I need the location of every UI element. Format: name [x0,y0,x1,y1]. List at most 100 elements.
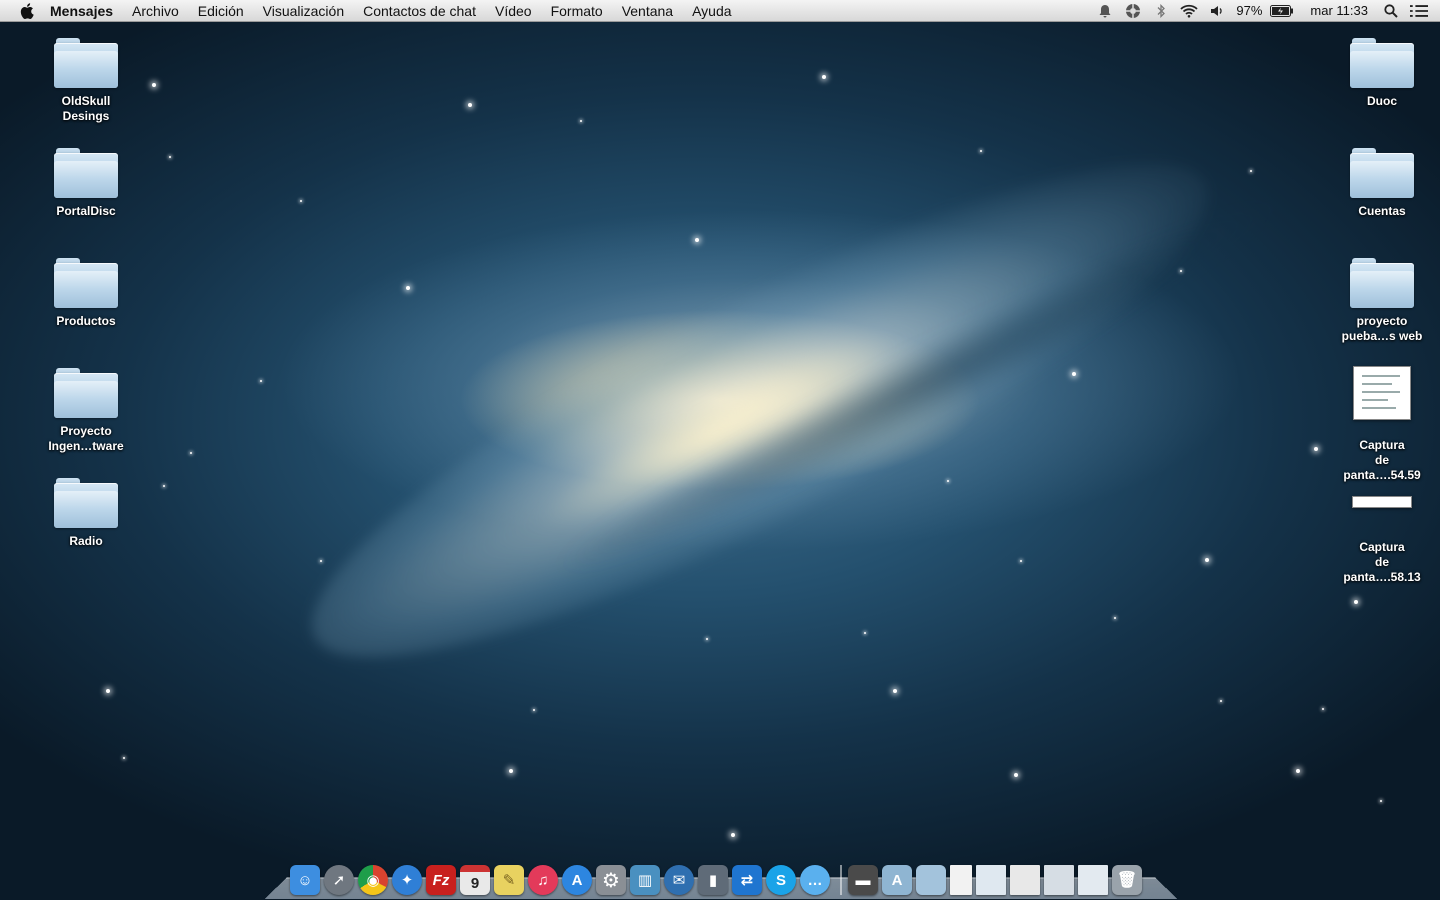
desktop-icon-label: Radio [69,534,103,548]
screenshot-stack-icon-1[interactable] [976,865,1006,895]
screenshot-stack-icon-2[interactable] [1010,865,1040,895]
star [123,757,125,759]
menu-app-name[interactable]: Mensajes [50,3,113,19]
desktop-folder-proyecto-ingenieria[interactable]: Proyecto Ingen…tware [36,368,136,454]
star [1380,800,1382,802]
launchpad-icon[interactable]: ➚ [324,865,354,895]
desktop-icon-label: Proyecto Ingen…tware [48,424,124,453]
desktop-folder-productos[interactable]: Productos [36,258,136,329]
star [260,380,262,382]
star [1072,372,1076,376]
chrome-icon[interactable]: ◉ [358,865,388,895]
folder-icon [54,258,118,308]
folder-icon [54,368,118,418]
notification-center-icon[interactable] [1410,3,1428,19]
barcode-icon[interactable]: ▮ [698,865,728,895]
star [320,560,322,562]
menu-contactos-de-chat[interactable]: Contactos de chat [363,3,476,19]
desktop-icon-label: proyecto pueba…s web [1341,314,1423,343]
filezilla-icon[interactable]: Fz [426,865,456,895]
desktop-wallpaper [0,0,1440,900]
document-file-icon[interactable] [950,865,972,895]
folder-icon [54,148,118,198]
desktop-icon-label: Cuentas [1358,204,1406,218]
star [947,480,949,482]
star [731,833,735,837]
star [190,452,192,454]
star [152,83,156,87]
app-store-icon[interactable]: A [562,865,592,895]
star [1020,560,1022,562]
screenshot-thumbnail-icon [1353,366,1411,420]
bluetooth-icon[interactable] [1152,3,1170,19]
star [980,150,982,152]
safari-icon[interactable]: ✦ [392,865,422,895]
desktop-folder-cuentas[interactable]: Cuentas [1332,148,1432,219]
desktop-folder-oldskull-desings[interactable]: OldSkull Desings [36,38,136,124]
screenshot-stack-icon-3[interactable] [1044,865,1074,895]
sketch-icon[interactable]: ▥ [630,865,660,895]
dock-separator [840,865,842,895]
star [1250,170,1252,172]
star [106,689,110,693]
documents-folder-icon[interactable] [916,865,946,895]
screenshot-thumbnail-icon [1352,496,1412,508]
galaxy-core [264,84,1256,736]
desktop-screenshot-5459[interactable]: Captura de panta….54.59 [1332,366,1432,483]
battery-icon[interactable] [1270,3,1294,19]
star [468,103,472,107]
desktop-folder-radio[interactable]: Radio [36,478,136,549]
folder-icon [1350,258,1414,308]
menu-ventana[interactable]: Ventana [622,3,673,19]
desktop-icon-label: PortalDisc [56,204,116,218]
system-preferences-icon[interactable]: ⚙ [596,865,626,895]
menu-clock[interactable]: mar 11:33 [1310,3,1368,18]
folder-icon [1350,38,1414,88]
apple-icon[interactable] [18,2,36,20]
star [695,238,699,242]
menu-formato[interactable]: Formato [551,3,603,19]
screenshot-stack-icon-4[interactable] [1078,865,1108,895]
menu-video[interactable]: Vídeo [495,3,532,19]
notification-bell-icon[interactable] [1096,3,1114,19]
desktop-icon-label: Duoc [1367,94,1397,108]
star [1014,773,1018,777]
desktop-folder-portaldisc[interactable]: PortalDisc [36,148,136,219]
trash-icon[interactable]: 🗑 [1112,865,1142,895]
folder-icon [54,478,118,528]
folder-icon [54,38,118,88]
stickies-icon[interactable]: ✎ [494,865,524,895]
star [163,485,165,487]
star [1354,600,1358,604]
menu-ayuda[interactable]: Ayuda [692,3,731,19]
applications-folder-icon[interactable]: A [882,865,912,895]
wifi-icon[interactable] [1180,3,1199,19]
sync-status-icon[interactable] [1124,3,1142,19]
thunderbird-icon[interactable]: ✉ [664,865,694,895]
menu-edicion[interactable]: Edición [198,3,244,19]
status-menu-area: 97% mar 11:33 [1096,0,1440,22]
dock-items: ☺ ➚ ◉ ✦ Fz 9 ✎ ♫ A ⚙ ▥ ✉ ▮ ⇄ S … ▬ A 🗑 [290,859,1146,895]
star [1322,708,1324,710]
volume-icon[interactable] [1208,3,1226,19]
star [1205,558,1209,562]
desktop-screenshot-5813[interactable]: Captura de panta….58.13 [1332,486,1432,585]
desktop-icon-label: Captura de panta….54.59 [1343,438,1421,482]
desktop-folder-duoc[interactable]: Duoc [1332,38,1432,109]
star [406,286,410,290]
menu-visualizacion[interactable]: Visualización [263,3,344,19]
spotlight-search-icon[interactable] [1382,3,1400,19]
desktop-folder-proyecto-pueba[interactable]: proyecto pueba…s web [1332,258,1432,344]
finder-icon[interactable]: ☺ [290,865,320,895]
messages-icon[interactable]: … [800,865,830,895]
calendar-icon[interactable]: 9 [460,865,490,895]
teamviewer-icon[interactable]: ⇄ [732,865,762,895]
downloads-stack-icon[interactable]: ▬ [848,865,878,895]
itunes-icon[interactable]: ♫ [528,865,558,895]
star [533,709,535,711]
skype-icon[interactable]: S [766,865,796,895]
battery-percent[interactable]: 97% [1236,3,1262,18]
menu-archivo[interactable]: Archivo [132,3,179,19]
star [706,638,708,640]
star [580,120,582,122]
